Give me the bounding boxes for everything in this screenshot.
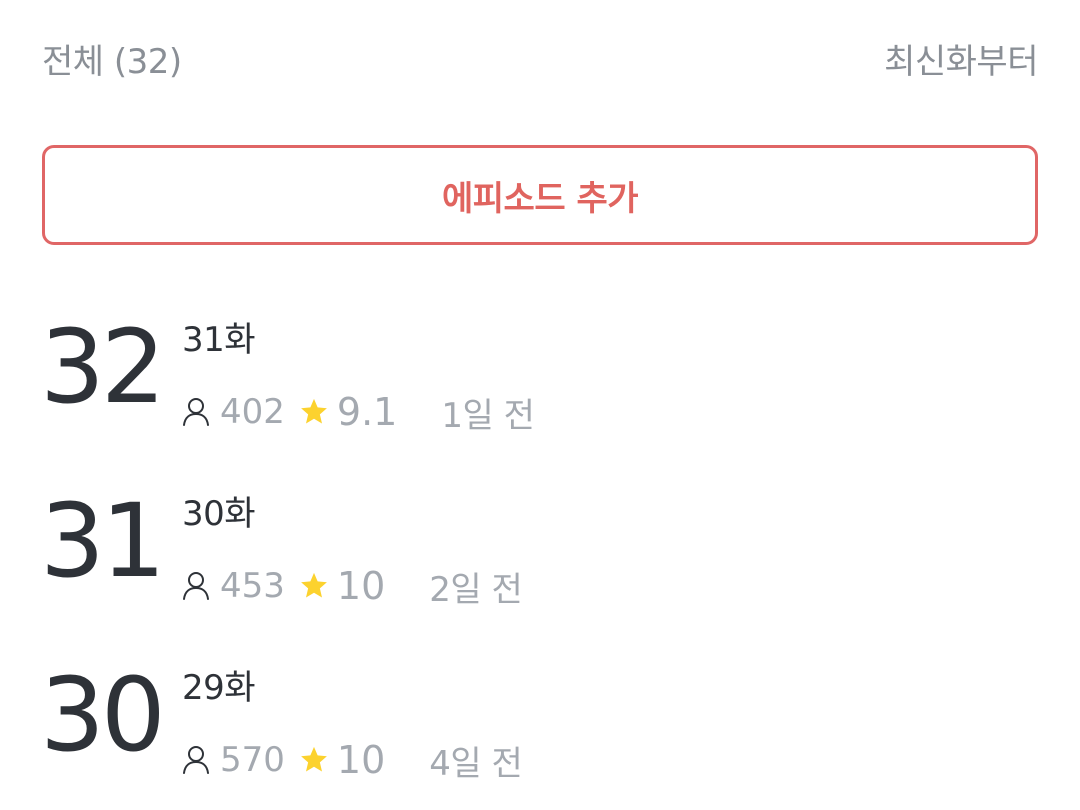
episode-title: 29화 — [182, 668, 256, 708]
view-count: 453 — [220, 566, 285, 606]
episode-number: 30 — [40, 656, 166, 775]
episode-row[interactable]: 31 30화 453 10 2일 전 — [0, 474, 1080, 648]
episode-title: 31화 — [182, 320, 256, 360]
episode-list-page: 전체 (32) 최신화부터 에피소드 추가 32 31화 402 9.1 1일 … — [0, 0, 1080, 810]
episode-title: 30화 — [182, 494, 256, 534]
person-icon — [183, 572, 209, 600]
star-icon — [301, 572, 327, 598]
sort-order-button[interactable]: 최신화부터 — [884, 34, 1038, 83]
episode-row[interactable]: 32 31화 402 9.1 1일 전 — [0, 300, 1080, 474]
episode-number: 32 — [40, 308, 166, 427]
star-icon — [301, 398, 327, 424]
person-icon — [183, 398, 209, 426]
episode-row[interactable]: 30 29화 570 10 4일 전 — [0, 648, 1080, 810]
add-episode-label: 에피소드 추가 — [441, 178, 639, 219]
rating-value: 10 — [336, 564, 386, 608]
add-episode-button[interactable]: 에피소드 추가 — [42, 145, 1038, 245]
episode-meta: 402 9.1 1일 전 — [182, 388, 535, 436]
total-count-label: 전체 (32) — [42, 41, 182, 82]
episode-meta: 453 10 2일 전 — [182, 562, 523, 610]
episode-number: 31 — [40, 482, 166, 601]
episode-meta: 570 10 4일 전 — [182, 736, 523, 784]
person-icon — [183, 746, 209, 774]
star-icon — [301, 746, 327, 772]
view-count: 402 — [220, 392, 285, 432]
view-count: 570 — [220, 740, 285, 780]
rating-value: 10 — [336, 738, 386, 782]
published-date: 2일 전 — [429, 569, 523, 610]
published-date: 1일 전 — [441, 395, 535, 436]
list-header: 전체 (32) 최신화부터 — [42, 30, 1038, 86]
episode-list: 32 31화 402 9.1 1일 전 31 30화 453 10 2일 전 3… — [0, 300, 1080, 810]
rating-value: 9.1 — [336, 390, 398, 434]
published-date: 4일 전 — [429, 743, 523, 784]
